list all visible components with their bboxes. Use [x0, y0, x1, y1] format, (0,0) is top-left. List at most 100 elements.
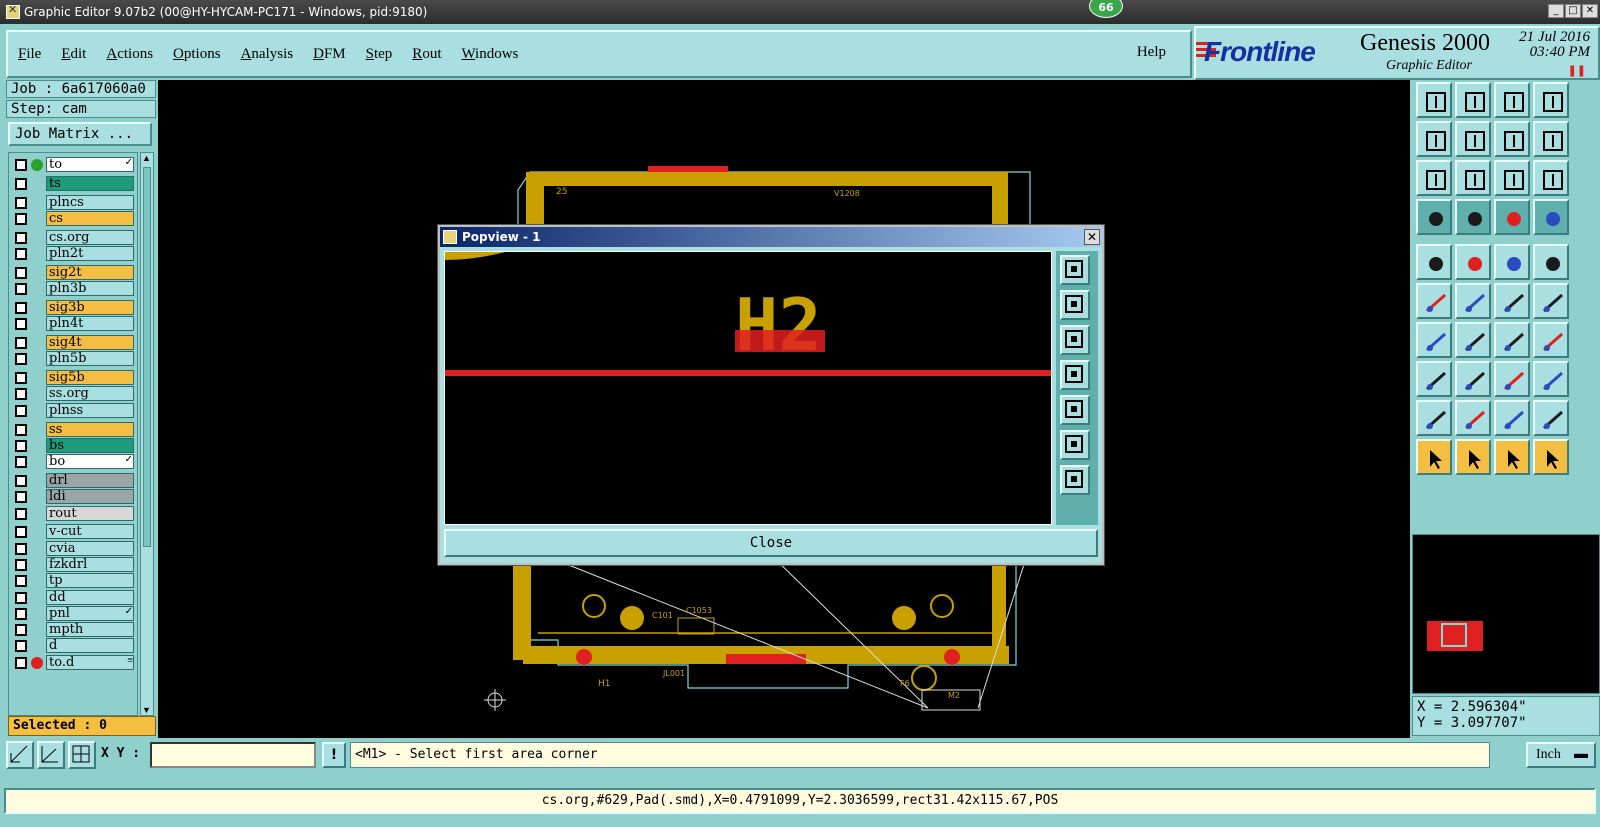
layer-row-pln4t[interactable]: pln4t [11, 316, 137, 332]
ruler-button[interactable] [1494, 244, 1530, 280]
snap-button[interactable] [1533, 121, 1569, 157]
popview-close-x-button[interactable]: ✕ [1084, 229, 1100, 245]
layer-row-sig5b[interactable]: sig5b [11, 370, 137, 386]
layer-name[interactable]: bo [46, 454, 134, 470]
layer-checkbox[interactable] [15, 474, 27, 487]
layer-down-button[interactable] [1455, 82, 1491, 118]
rotate-button[interactable] [1533, 283, 1569, 319]
popview-canvas[interactable]: H2 [444, 251, 1052, 525]
layer-checkbox[interactable] [15, 283, 27, 296]
layer-name[interactable]: dd [46, 589, 134, 605]
scroll-up-icon[interactable]: ▲ [142, 153, 151, 163]
layer-row-cs.org[interactable]: cs.org [11, 229, 137, 246]
layer-name[interactable]: cvia [46, 540, 134, 556]
layer-name[interactable]: mpth [46, 622, 134, 638]
layer-name[interactable]: pln2t [46, 246, 134, 261]
minimap[interactable] [1412, 534, 1600, 694]
layer-name[interactable]: pln3b [46, 281, 134, 297]
zoom-fit-button[interactable] [1416, 160, 1452, 196]
layer-checkbox[interactable] [15, 439, 27, 452]
layer-row-ss[interactable]: ss [11, 421, 137, 438]
layer-checkbox[interactable] [15, 640, 27, 653]
scrollbar-thumb[interactable] [143, 167, 151, 547]
layer-name[interactable]: drl [46, 472, 134, 488]
layer-name[interactable]: sig5b [46, 370, 134, 386]
maximize-button[interactable]: □ [1565, 4, 1581, 18]
layer-checkbox[interactable] [15, 575, 27, 588]
pv-pan-right-button[interactable] [1060, 395, 1090, 425]
minimize-button[interactable]: _ [1548, 4, 1564, 18]
menu-help[interactable]: Help [1137, 44, 1166, 61]
pv-pan-left-button[interactable] [1060, 360, 1090, 390]
layer-name[interactable]: ts [46, 175, 134, 191]
measure-mode-button[interactable] [37, 741, 65, 769]
snap-mode-button[interactable] [6, 741, 34, 769]
menu-analysis[interactable]: Analysis [231, 46, 304, 63]
layer-checkbox[interactable] [15, 404, 27, 417]
layer-row-bo[interactable]: bo ✓ [11, 454, 137, 470]
route-tree-button[interactable] [1533, 439, 1569, 475]
layer-checkbox[interactable] [15, 507, 27, 520]
layer-row-ts[interactable]: ts [11, 175, 137, 192]
layer-checkbox[interactable] [15, 231, 27, 244]
popview-close-button[interactable]: Close [444, 529, 1098, 557]
layer-checkbox[interactable] [15, 196, 27, 209]
help-button[interactable] [1533, 160, 1569, 196]
layer-name[interactable]: ldi [46, 489, 134, 505]
job-matrix-button[interactable]: Job Matrix ... [8, 122, 152, 146]
scroll-down-icon[interactable]: ▼ [142, 705, 151, 715]
layer-name[interactable]: ss.org [46, 386, 134, 402]
pan-left-button[interactable] [1416, 121, 1452, 157]
pv-pan-down-button[interactable] [1060, 325, 1090, 355]
drc-route-button[interactable] [1533, 199, 1569, 235]
close-window-button[interactable]: ✕ [1582, 4, 1598, 18]
layer-checkbox[interactable] [15, 301, 27, 314]
layer-checkbox[interactable] [15, 318, 27, 331]
triangle-1-button[interactable] [1416, 400, 1452, 436]
menu-rout[interactable]: Rout [402, 46, 451, 63]
layer-row-tp[interactable]: tp [11, 573, 137, 589]
layer-name[interactable]: sig3b [46, 299, 134, 315]
segment-button[interactable] [1494, 361, 1530, 397]
pv-zoom-fit-button[interactable] [1060, 465, 1090, 495]
scale-1-2-button[interactable] [1494, 160, 1530, 196]
layer-checkbox[interactable] [15, 607, 27, 620]
layer-checkbox[interactable] [15, 177, 27, 190]
layer-name[interactable]: pln5b [46, 351, 134, 367]
feature-info-button[interactable] [1416, 244, 1452, 280]
move-point-button[interactable] [1494, 283, 1530, 319]
layer-checkbox[interactable] [15, 388, 27, 401]
layer-scrollbar[interactable]: ▲ ▼ [140, 152, 154, 716]
flip-button[interactable] [1494, 121, 1530, 157]
units-selector[interactable]: Inch ▬ [1526, 742, 1596, 768]
grid-mode-button[interactable] [68, 741, 96, 769]
flip-text-button[interactable] [1533, 322, 1569, 358]
layer-row-sig2t[interactable]: sig2t [11, 264, 137, 281]
layer-row-pln2t[interactable]: pln2t [11, 246, 137, 262]
polygon-button[interactable] [1455, 244, 1491, 280]
layer-checkbox[interactable] [15, 159, 27, 171]
pointer-alt-button[interactable] [1494, 439, 1530, 475]
layer-name[interactable]: cs.org [46, 229, 134, 245]
layer-checkbox[interactable] [15, 423, 27, 436]
pad-add-button[interactable] [1416, 361, 1452, 397]
layer-row-dd[interactable]: dd [11, 589, 137, 606]
layer-name[interactable]: pln4t [46, 316, 134, 332]
home-button[interactable] [1494, 82, 1530, 118]
layer-row-pnl[interactable]: pnl ✓ [11, 605, 137, 622]
layer-row-ss.org[interactable]: ss.org [11, 386, 137, 402]
layer-up-button[interactable] [1416, 82, 1452, 118]
popview-title-bar[interactable]: Popview - 1 ✕ [440, 227, 1102, 247]
layer-name[interactable]: d [46, 638, 134, 654]
layer-name[interactable]: to [46, 157, 134, 172]
layer-row-cvia[interactable]: cvia [11, 540, 137, 557]
layer-name[interactable]: v-cut [46, 524, 134, 540]
layer-name[interactable]: sig4t [46, 335, 134, 350]
layer-name[interactable]: plncs [46, 194, 134, 210]
arc-b-button[interactable] [1533, 400, 1569, 436]
layer-checkbox[interactable] [15, 337, 27, 349]
layer-checkbox[interactable] [15, 624, 27, 637]
drc-red-button[interactable] [1494, 199, 1530, 235]
layer-name[interactable]: tp [46, 573, 134, 589]
layer-row-plnss[interactable]: plnss [11, 402, 137, 419]
